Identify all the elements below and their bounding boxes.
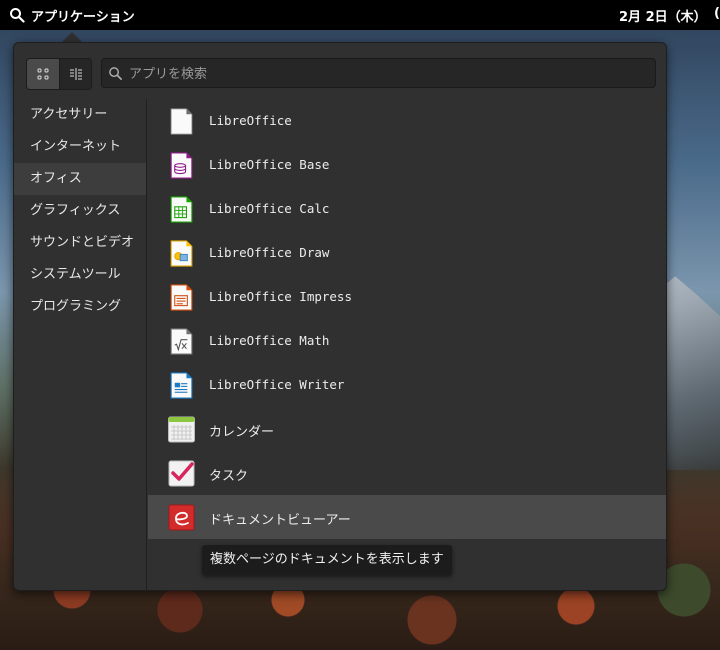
category-accessories[interactable]: アクセサリー bbox=[14, 99, 146, 131]
app-name: LibreOffice Base bbox=[209, 157, 330, 172]
clock-overflow: ( bbox=[714, 6, 720, 21]
app-item-libreoffice[interactable]: LibreOffice bbox=[148, 99, 666, 143]
app-name: ドキュメントビューアー bbox=[209, 513, 351, 528]
app-item-libreoffice-base[interactable]: LibreOffice Base bbox=[148, 143, 666, 187]
category-graphics[interactable]: グラフィックス bbox=[14, 195, 146, 227]
app-item-libreoffice-calc[interactable]: LibreOffice Calc bbox=[148, 187, 666, 231]
app-search-field[interactable] bbox=[101, 58, 656, 88]
document-viewer-icon bbox=[168, 504, 195, 531]
app-name: LibreOffice Math bbox=[209, 333, 330, 348]
libreoffice-draw-icon bbox=[170, 240, 193, 267]
search-icon[interactable] bbox=[9, 7, 25, 23]
category-list: アクセサリー インターネット オフィス グラフィックス サウンドとビデオ システ… bbox=[14, 99, 147, 590]
app-list: LibreOffice LibreOffice Base LibreOffice… bbox=[148, 99, 666, 539]
calendar-icon bbox=[168, 416, 195, 443]
app-item-document-viewer[interactable]: ドキュメントビューアー bbox=[148, 495, 666, 539]
app-name: LibreOffice Impress bbox=[209, 289, 352, 304]
category-system-tools[interactable]: システムツール bbox=[14, 259, 146, 291]
top-panel: アプリケーション 2月 2日（木） ( bbox=[0, 0, 720, 30]
view-mode-switcher bbox=[26, 58, 92, 90]
search-icon bbox=[109, 67, 122, 80]
category-internet[interactable]: インターネット bbox=[14, 131, 146, 163]
libreoffice-impress-icon bbox=[170, 284, 193, 311]
category-sound-video[interactable]: サウンドとビデオ bbox=[14, 227, 146, 259]
libreoffice-calc-icon bbox=[170, 196, 193, 223]
app-tooltip: 複数ページのドキュメントを表示します bbox=[202, 545, 452, 575]
applications-menu-button[interactable]: アプリケーション bbox=[31, 6, 135, 25]
app-name: タスク bbox=[209, 469, 249, 484]
libreoffice-math-icon bbox=[170, 328, 193, 355]
app-name: LibreOffice Writer bbox=[209, 377, 345, 392]
app-item-libreoffice-impress[interactable]: LibreOffice Impress bbox=[148, 275, 666, 319]
libreoffice-icon bbox=[170, 108, 193, 135]
app-name: カレンダー bbox=[209, 425, 275, 440]
app-item-libreoffice-writer[interactable]: LibreOffice Writer bbox=[148, 363, 666, 407]
menu-pointer bbox=[62, 32, 82, 42]
category-list-icon bbox=[69, 68, 82, 80]
category-view-button[interactable] bbox=[59, 59, 91, 89]
grid-icon bbox=[37, 68, 49, 80]
clock[interactable]: 2月 2日（木） bbox=[619, 6, 707, 25]
app-item-tasks[interactable]: タスク bbox=[148, 451, 666, 495]
app-name: LibreOffice bbox=[209, 113, 292, 128]
grid-view-button[interactable] bbox=[27, 59, 59, 89]
libreoffice-writer-icon bbox=[170, 372, 193, 399]
search-input[interactable] bbox=[127, 61, 631, 87]
application-menu: アクセサリー インターネット オフィス グラフィックス サウンドとビデオ システ… bbox=[13, 42, 667, 591]
tasks-icon bbox=[168, 460, 195, 487]
category-programming[interactable]: プログラミング bbox=[14, 291, 146, 323]
app-item-libreoffice-draw[interactable]: LibreOffice Draw bbox=[148, 231, 666, 275]
app-name: LibreOffice Calc bbox=[209, 201, 330, 216]
app-item-calendar[interactable]: カレンダー bbox=[148, 407, 666, 451]
libreoffice-base-icon bbox=[170, 152, 193, 179]
app-item-libreoffice-math[interactable]: LibreOffice Math bbox=[148, 319, 666, 363]
app-name: LibreOffice Draw bbox=[209, 245, 330, 260]
category-office[interactable]: オフィス bbox=[14, 163, 146, 195]
